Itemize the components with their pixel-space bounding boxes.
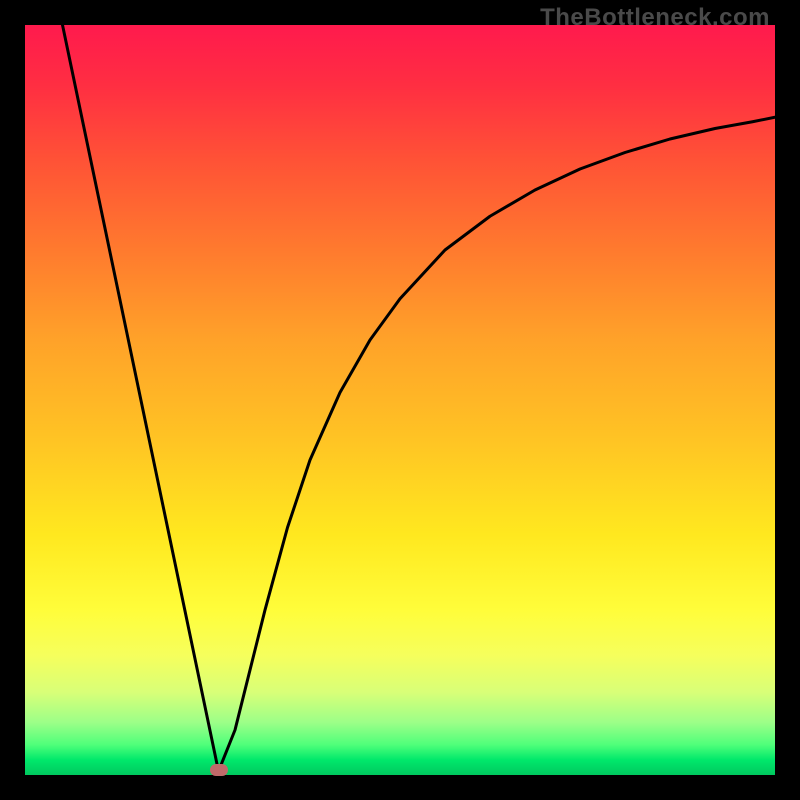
min-marker	[210, 764, 228, 776]
chart-frame: TheBottleneck.com	[0, 0, 800, 800]
bottleneck-curve	[63, 25, 776, 771]
watermark-text: TheBottleneck.com	[540, 4, 770, 32]
curve-svg	[25, 25, 775, 775]
plot-area	[25, 25, 775, 775]
